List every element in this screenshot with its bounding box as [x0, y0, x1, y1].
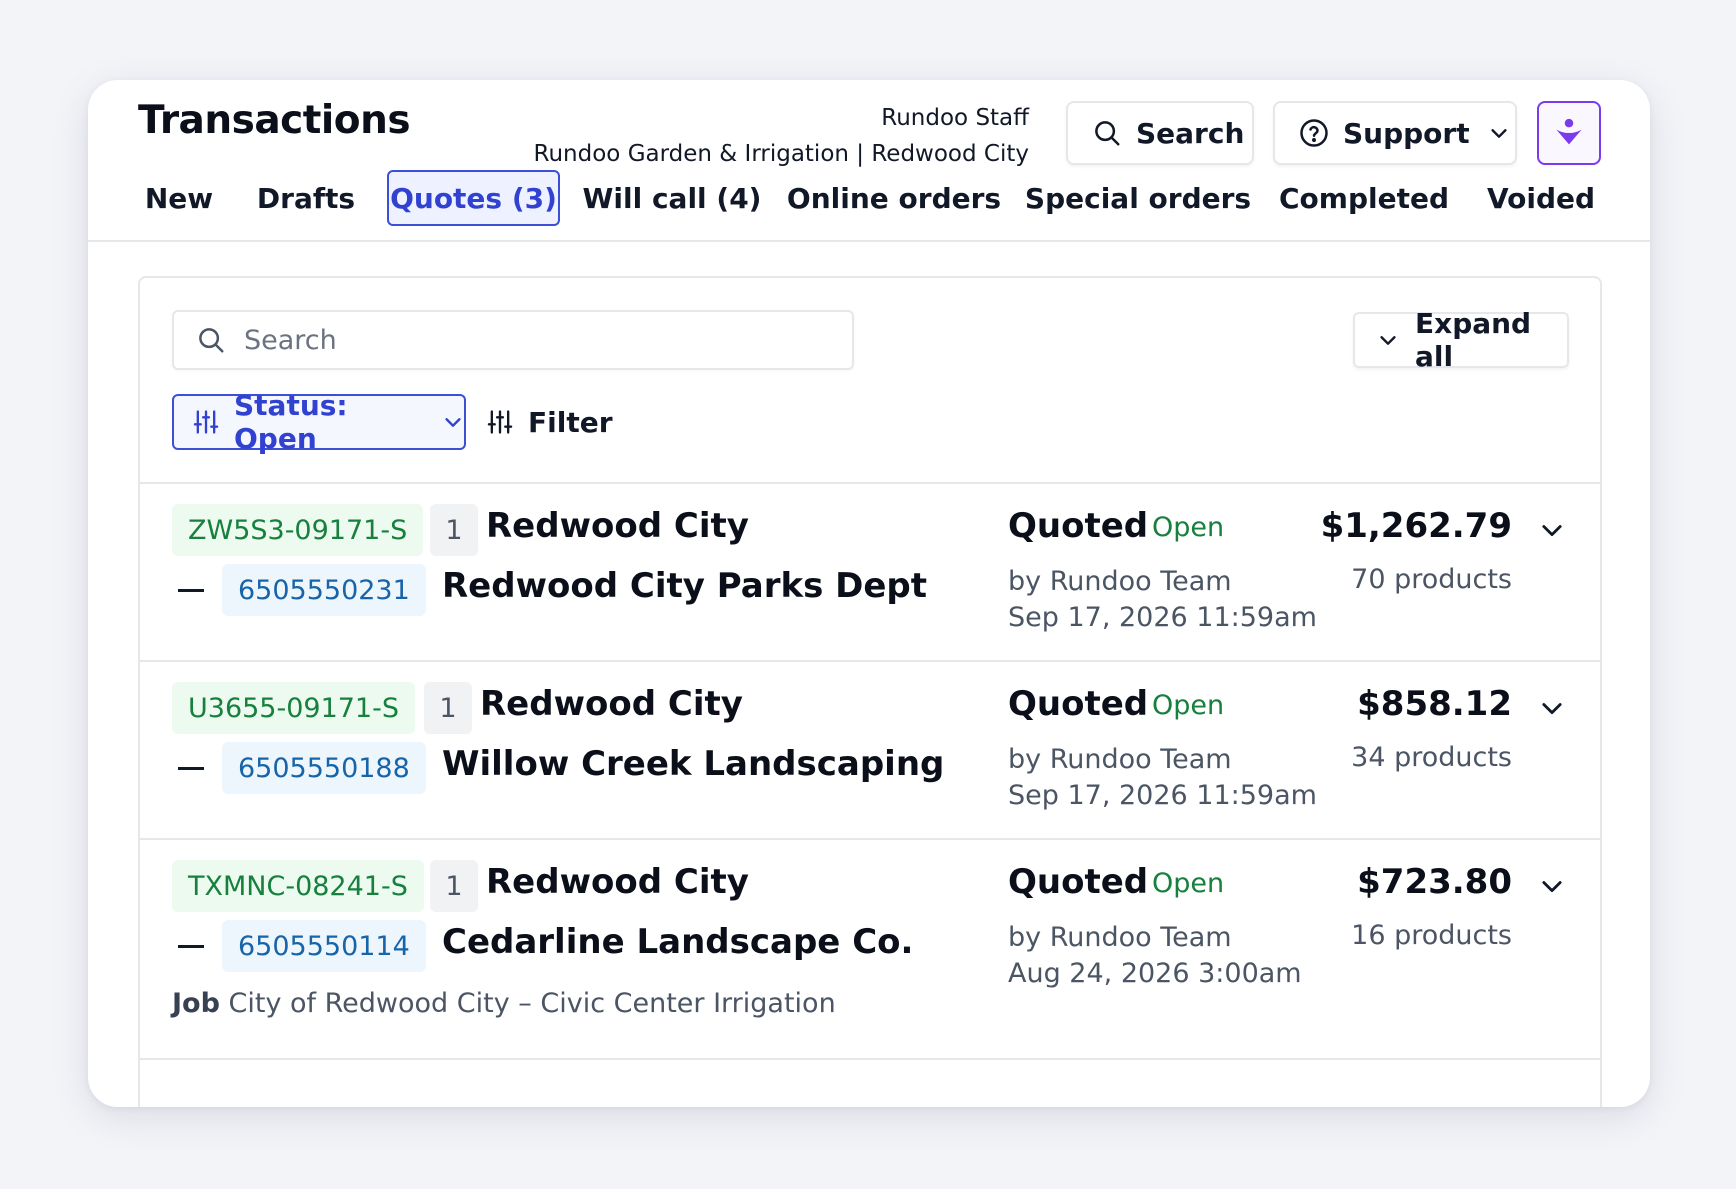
- chevron-down-icon[interactable]: [1538, 516, 1566, 544]
- transaction-amount: $858.12: [1357, 684, 1512, 724]
- transaction-row[interactable]: U3655-09171-S 1 Redwood City 6505550188 …: [140, 660, 1600, 838]
- page-header: Transactions Rundoo Staff Rundoo Garden …: [88, 80, 1650, 242]
- quantity-badge: 1: [430, 860, 478, 912]
- quantity-badge: 1: [430, 504, 478, 556]
- quoted-date: Sep 17, 2026 11:59am: [1008, 602, 1317, 633]
- quoted-date: Aug 24, 2026 3:00am: [1008, 958, 1302, 989]
- dash-separator: [178, 767, 204, 770]
- search-input[interactable]: [244, 324, 804, 356]
- chevron-down-icon[interactable]: [1538, 872, 1566, 900]
- customer-name: Willow Creek Landscaping: [442, 744, 945, 784]
- tab-new[interactable]: New: [136, 170, 222, 226]
- search-icon: [196, 325, 226, 355]
- transactions-search-field[interactable]: [172, 310, 854, 370]
- quoted-by: by Rundoo Team: [1008, 566, 1232, 597]
- transaction-status: Quoted: [1008, 862, 1149, 902]
- chevron-down-icon[interactable]: [1538, 694, 1566, 722]
- quoted-date: Sep 17, 2026 11:59am: [1008, 780, 1317, 811]
- transaction-id: TXMNC-08241-S: [172, 860, 424, 912]
- product-count: 70 products: [1351, 564, 1512, 595]
- tab-online-orders[interactable]: Online orders: [787, 170, 1001, 226]
- status-badge: Open: [1152, 868, 1225, 899]
- expand-all-button[interactable]: Expand all: [1353, 307, 1569, 373]
- sliders-icon: [192, 408, 220, 436]
- filter-label: Filter: [528, 405, 613, 439]
- transaction-row[interactable]: ZW5S3-09171-S 1 Redwood City 6505550231 …: [140, 482, 1600, 660]
- status-badge: Open: [1152, 512, 1225, 543]
- transaction-row[interactable]: TXMNC-08241-S 1 Redwood City 6505550114 …: [140, 838, 1600, 1060]
- customer-name: Cedarline Landscape Co.: [442, 922, 914, 962]
- staff-info: Rundoo Staff Rundoo Garden & Irrigation …: [534, 100, 1029, 172]
- global-search-button[interactable]: Search: [1066, 101, 1254, 165]
- page-title: Transactions: [138, 98, 411, 143]
- store-location: Redwood City: [480, 684, 743, 724]
- store-location: Redwood City: [486, 506, 749, 546]
- transactions-panel: Expand all Status: Open Filter ZW5S3-091…: [138, 276, 1602, 1107]
- transaction-id: ZW5S3-09171-S: [172, 504, 424, 556]
- filter-button[interactable]: Filter: [486, 394, 613, 450]
- chevron-down-icon: [1488, 122, 1510, 144]
- tab-drafts[interactable]: Drafts: [256, 170, 356, 226]
- job-name: City of Redwood City – Civic Center Irri…: [228, 988, 836, 1019]
- store-location: Redwood City: [486, 862, 749, 902]
- support-menu-button[interactable]: Support: [1273, 101, 1517, 165]
- transaction-id: U3655-09171-S: [172, 682, 415, 734]
- status-badge: Open: [1152, 690, 1225, 721]
- customer-phone: 6505550114: [222, 920, 426, 972]
- rundoo-logo-icon: [1552, 116, 1586, 150]
- help-circle-icon: [1299, 118, 1329, 148]
- expand-all-label: Expand all: [1415, 307, 1532, 373]
- transactions-card: Transactions Rundoo Staff Rundoo Garden …: [88, 80, 1650, 1107]
- tab-quotes[interactable]: Quotes (3): [387, 170, 560, 226]
- status-filter-label: Status: Open: [234, 389, 348, 455]
- app-logo-button[interactable]: [1537, 101, 1601, 165]
- customer-phone: 6505550231: [222, 564, 426, 616]
- customer-name: Redwood City Parks Dept: [442, 566, 928, 606]
- status-filter-button[interactable]: Status: Open: [172, 389, 466, 455]
- job-label: Job: [172, 988, 220, 1019]
- transaction-status: Quoted: [1008, 684, 1149, 724]
- transaction-amount: $1,262.79: [1320, 506, 1512, 546]
- product-count: 34 products: [1351, 742, 1512, 773]
- quoted-by: by Rundoo Team: [1008, 744, 1232, 775]
- quantity-badge: 1: [424, 682, 472, 734]
- chevron-down-icon: [442, 411, 464, 433]
- support-button-label: Support: [1343, 116, 1470, 150]
- customer-phone: 6505550188: [222, 742, 426, 794]
- search-button-label: Search: [1136, 116, 1245, 150]
- tab-completed[interactable]: Completed: [1278, 170, 1450, 226]
- dash-separator: [178, 945, 204, 948]
- chevron-down-icon: [1377, 329, 1399, 351]
- product-count: 16 products: [1351, 920, 1512, 951]
- dash-separator: [178, 589, 204, 592]
- quoted-by: by Rundoo Team: [1008, 922, 1232, 953]
- staff-role: Rundoo Staff: [881, 105, 1029, 131]
- tab-voided[interactable]: Voided: [1472, 170, 1610, 226]
- tab-will-call[interactable]: Will call (4): [583, 170, 762, 226]
- job-info: Job City of Redwood City – Civic Center …: [172, 988, 836, 1019]
- tab-special-orders[interactable]: Special orders: [1025, 170, 1251, 226]
- store-name: Rundoo Garden & Irrigation | Redwood Cit…: [533, 141, 1029, 167]
- search-icon: [1092, 118, 1122, 148]
- sliders-icon: [486, 408, 514, 436]
- transaction-amount: $723.80: [1357, 862, 1512, 902]
- transaction-status: Quoted: [1008, 506, 1149, 546]
